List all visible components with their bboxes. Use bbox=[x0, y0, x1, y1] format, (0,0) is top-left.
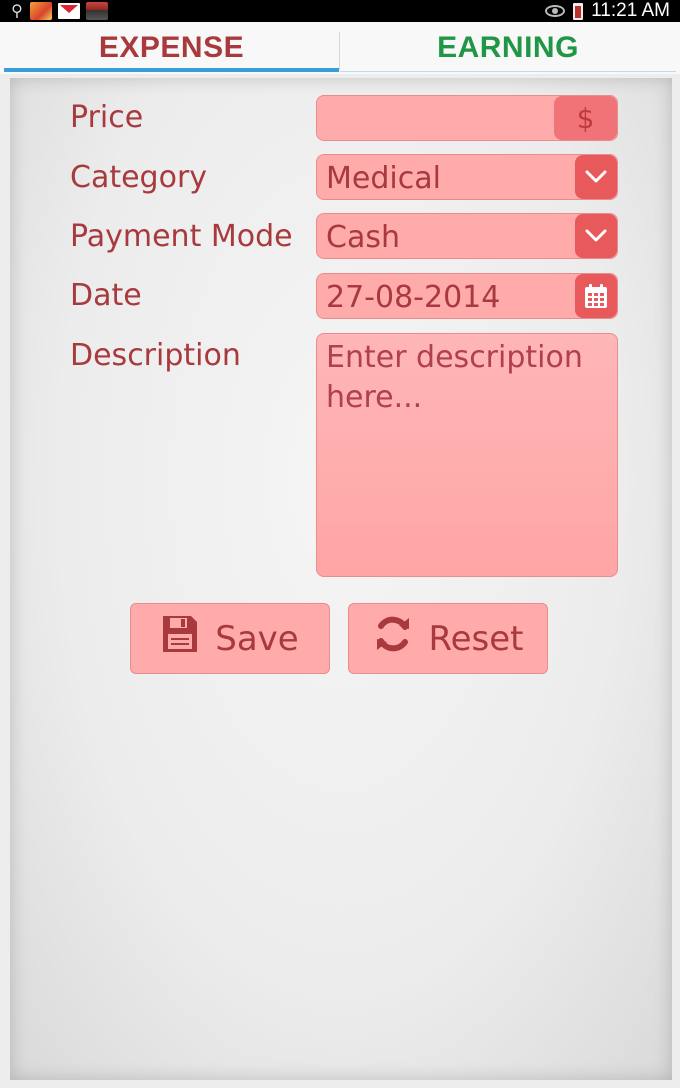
refresh-icon bbox=[373, 613, 413, 664]
category-select[interactable]: Medical bbox=[316, 154, 618, 200]
tab-earning[interactable]: EARNING bbox=[340, 22, 676, 74]
app-notification-icon bbox=[86, 2, 108, 20]
description-label: Description bbox=[70, 338, 241, 373]
date-label: Date bbox=[70, 278, 142, 313]
chevron-down-icon[interactable] bbox=[575, 155, 617, 199]
payment-mode-value: Cash bbox=[326, 220, 400, 255]
save-button[interactable]: Save bbox=[130, 603, 330, 674]
clock: 11:21 AM bbox=[591, 0, 670, 21]
dollar-icon: $ bbox=[554, 96, 617, 140]
usb-icon: ⚲ bbox=[11, 1, 23, 20]
price-input[interactable]: $ bbox=[316, 95, 618, 141]
tab-underline bbox=[340, 71, 676, 72]
payment-mode-select[interactable]: Cash bbox=[316, 213, 618, 259]
gmail-icon bbox=[58, 3, 80, 19]
notification-icons: ⚲ bbox=[10, 1, 108, 21]
category-label: Category bbox=[70, 160, 208, 195]
date-field[interactable]: 27-08-2014 bbox=[316, 273, 618, 319]
tab-earning-label: EARNING bbox=[437, 31, 579, 64]
chevron-down-icon[interactable] bbox=[575, 214, 617, 258]
status-bar: ⚲ 11:21 AM bbox=[0, 0, 680, 22]
battery-charging-icon bbox=[573, 2, 584, 20]
eye-icon bbox=[545, 5, 566, 17]
app-notification-icon bbox=[30, 2, 52, 20]
tab-expense[interactable]: EXPENSE bbox=[4, 22, 339, 74]
category-value: Medical bbox=[326, 161, 441, 196]
tab-bar: EXPENSE EARNING bbox=[0, 22, 680, 74]
payment-mode-label: Payment Mode bbox=[70, 219, 293, 254]
floppy-disk-icon bbox=[161, 614, 199, 663]
reset-label: Reset bbox=[428, 618, 524, 659]
save-label: Save bbox=[215, 618, 299, 659]
calendar-icon[interactable] bbox=[575, 274, 617, 318]
tab-expense-label: EXPENSE bbox=[98, 31, 245, 64]
description-textarea[interactable]: Enter description here... bbox=[316, 333, 618, 577]
system-icons: 11:21 AM bbox=[545, 0, 670, 22]
reset-button[interactable]: Reset bbox=[348, 603, 548, 674]
date-value: 27-08-2014 bbox=[326, 280, 501, 315]
price-label: Price bbox=[70, 100, 144, 135]
active-tab-indicator bbox=[4, 68, 339, 72]
